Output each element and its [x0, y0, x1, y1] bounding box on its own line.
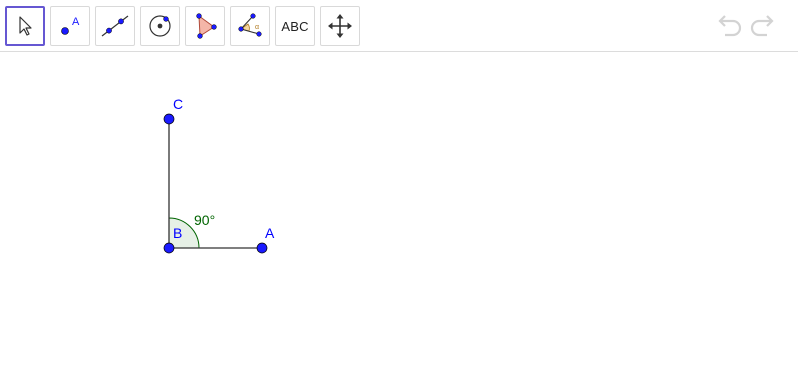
redo-button[interactable] [748, 12, 780, 40]
move-tool-button[interactable] [5, 6, 45, 46]
redo-icon [750, 15, 774, 37]
angle-measure-label: 90° [194, 212, 215, 228]
polygon-tool-button[interactable] [185, 6, 225, 46]
point-a-label: A [265, 225, 275, 241]
circle-with-center-icon [149, 15, 171, 37]
undo-button[interactable] [712, 12, 744, 40]
point-c[interactable] [163, 113, 175, 125]
line-through-points-icon [101, 15, 129, 37]
undo-icon [718, 15, 742, 37]
point-tool-button[interactable]: A [50, 6, 90, 46]
cursor-arrow-icon [19, 16, 32, 36]
point-icon: A [61, 16, 80, 35]
move-graphics-view-tool-button[interactable] [320, 6, 360, 46]
polygon-icon [196, 13, 217, 39]
angle-icon: α [238, 13, 262, 37]
point-tool-label: A [72, 16, 80, 28]
move-arrows-icon [328, 14, 352, 38]
point-b[interactable] [163, 242, 175, 254]
toolbar: A α ABC [0, 0, 798, 52]
point-c-label: C [173, 96, 183, 112]
line-tool-button[interactable] [95, 6, 135, 46]
angle-tool-button[interactable]: α [230, 6, 270, 46]
text-tool-button[interactable]: ABC [275, 6, 315, 46]
text-icon: ABC [281, 18, 309, 34]
angle-tool-label: α [255, 24, 259, 31]
circle-tool-button[interactable] [140, 6, 180, 46]
point-a[interactable] [256, 242, 268, 254]
graphics-view[interactable]: C B A 90° [0, 53, 798, 379]
point-b-label: B [173, 225, 182, 241]
